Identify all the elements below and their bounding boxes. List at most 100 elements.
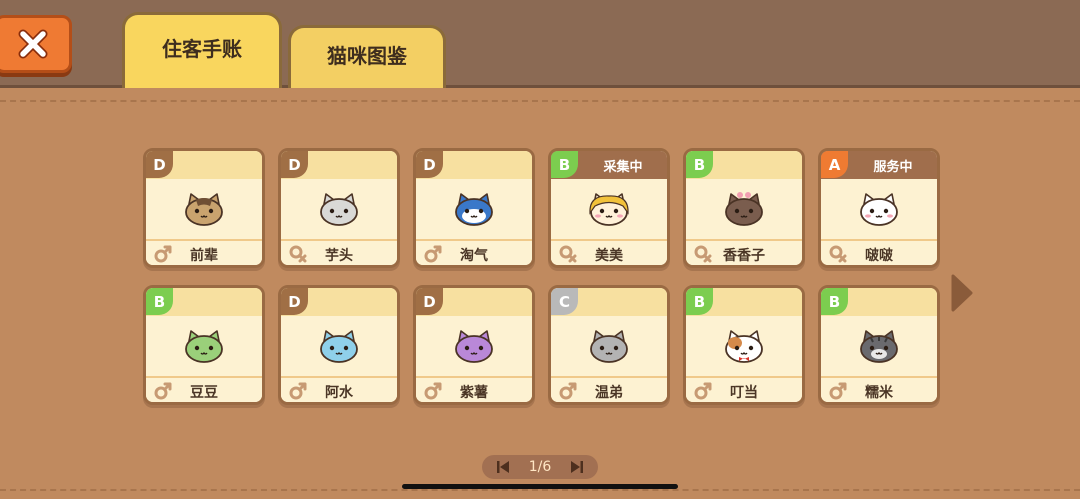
cat-card[interactable]: D 芋头 bbox=[278, 148, 400, 268]
cat-portrait bbox=[281, 179, 397, 239]
grade-badge: D bbox=[146, 151, 173, 178]
card-header: B bbox=[821, 288, 937, 316]
card-footer: 糯米 bbox=[821, 376, 937, 402]
brown-bow-cat-icon bbox=[725, 192, 763, 226]
cat-card[interactable]: D 淘气 bbox=[413, 148, 535, 268]
page-number: 1/6 bbox=[528, 459, 552, 475]
cat-portrait bbox=[416, 179, 532, 239]
card-header: D bbox=[281, 151, 397, 179]
male-icon bbox=[154, 382, 172, 400]
cat-portrait bbox=[281, 316, 397, 376]
cat-card[interactable]: C 温弟 bbox=[548, 285, 670, 405]
grade-badge: D bbox=[281, 151, 308, 178]
tab-cat-encyclopedia-label: 猫咪图鉴 bbox=[327, 43, 407, 68]
grade-badge: A bbox=[821, 151, 848, 178]
brown-tabby-cat-icon bbox=[185, 193, 223, 226]
card-footer: 叮当 bbox=[686, 376, 802, 402]
male-icon bbox=[289, 382, 307, 400]
male-icon bbox=[424, 382, 442, 400]
card-header: D bbox=[281, 288, 397, 316]
male-icon bbox=[424, 245, 442, 263]
tab-guest-journal[interactable]: 住客手账 bbox=[122, 12, 282, 88]
card-header: C bbox=[551, 288, 667, 316]
female-icon bbox=[559, 245, 577, 263]
male-icon bbox=[559, 382, 577, 400]
cat-portrait bbox=[821, 316, 937, 376]
cat-card[interactable]: B 糯米 bbox=[818, 285, 940, 405]
light-blue-cat-icon bbox=[320, 330, 358, 363]
cat-card[interactable]: D 前辈 bbox=[143, 148, 265, 268]
card-footer: 美美 bbox=[551, 239, 667, 265]
last-page-icon[interactable] bbox=[570, 460, 584, 474]
card-footer: 芋头 bbox=[281, 239, 397, 265]
cat-card[interactable]: B 香香子 bbox=[683, 148, 805, 268]
male-icon bbox=[829, 382, 847, 400]
tab-cat-encyclopedia[interactable]: 猫咪图鉴 bbox=[288, 25, 446, 88]
home-indicator bbox=[402, 484, 678, 489]
close-icon bbox=[18, 29, 48, 59]
grade-badge: D bbox=[281, 288, 308, 315]
female-icon bbox=[829, 245, 847, 263]
white-pink-cat-icon bbox=[860, 193, 898, 226]
status-label: 服务中 bbox=[873, 159, 913, 175]
grade-badge: B bbox=[146, 288, 173, 315]
card-footer: 啵啵 bbox=[821, 239, 937, 265]
card-footer: 紫薯 bbox=[416, 376, 532, 402]
tab-guest-journal-label: 住客手账 bbox=[162, 37, 242, 61]
status-label: 采集中 bbox=[603, 159, 643, 175]
purple-cat-icon bbox=[455, 330, 493, 363]
card-header: D bbox=[416, 151, 532, 179]
cat-portrait bbox=[146, 316, 262, 376]
cat-card[interactable]: D 紫薯 bbox=[413, 285, 535, 405]
dashed-divider-bottom bbox=[0, 489, 1080, 491]
cat-portrait bbox=[551, 179, 667, 239]
cat-portrait bbox=[686, 316, 802, 376]
grade-badge: B bbox=[821, 288, 848, 315]
grade-badge: B bbox=[686, 288, 713, 315]
cat-portrait bbox=[551, 316, 667, 376]
cat-portrait bbox=[146, 179, 262, 239]
card-footer: 香香子 bbox=[686, 239, 802, 265]
blue-cat-icon bbox=[455, 193, 493, 226]
first-page-icon[interactable] bbox=[496, 460, 510, 474]
card-footer: 淘气 bbox=[416, 239, 532, 265]
cat-portrait bbox=[416, 316, 532, 376]
male-icon bbox=[694, 382, 712, 400]
grade-badge: B bbox=[686, 151, 713, 178]
cat-card[interactable]: B 叮当 bbox=[683, 285, 805, 405]
card-header: B bbox=[146, 288, 262, 316]
card-header: B bbox=[686, 151, 802, 179]
card-header: D bbox=[416, 288, 532, 316]
grade-badge: C bbox=[551, 288, 578, 315]
female-icon bbox=[289, 245, 307, 263]
next-page-arrow-icon[interactable] bbox=[950, 273, 974, 313]
card-footer: 温弟 bbox=[551, 376, 667, 402]
card-footer: 前辈 bbox=[146, 239, 262, 265]
female-icon bbox=[694, 245, 712, 263]
page-indicator: 1/6 bbox=[482, 455, 598, 479]
cat-card[interactable]: D 阿水 bbox=[278, 285, 400, 405]
close-button[interactable] bbox=[0, 15, 72, 73]
card-header: B bbox=[686, 288, 802, 316]
dashed-divider-top bbox=[0, 100, 1080, 102]
grey-cat-icon bbox=[590, 330, 628, 363]
card-header: A 服务中 bbox=[821, 151, 937, 179]
blonde-cat-icon bbox=[589, 193, 629, 226]
cat-portrait bbox=[686, 179, 802, 239]
card-footer: 豆豆 bbox=[146, 376, 262, 402]
cat-portrait bbox=[821, 179, 937, 239]
grade-badge: D bbox=[416, 151, 443, 178]
card-header: D bbox=[146, 151, 262, 179]
green-cat-icon bbox=[185, 330, 223, 363]
male-icon bbox=[154, 245, 172, 263]
card-header: B 采集中 bbox=[551, 151, 667, 179]
grade-badge: D bbox=[416, 288, 443, 315]
grey-owl-cat-icon bbox=[320, 193, 358, 226]
grey-striped-cat-icon bbox=[860, 330, 898, 363]
cat-card[interactable]: B 采集中美美 bbox=[548, 148, 670, 268]
calico-bow-tie-cat-icon bbox=[725, 330, 763, 363]
cat-card[interactable]: B 豆豆 bbox=[143, 285, 265, 405]
cat-card[interactable]: A 服务中啵啵 bbox=[818, 148, 940, 268]
grade-badge: B bbox=[551, 151, 578, 178]
card-footer: 阿水 bbox=[281, 376, 397, 402]
